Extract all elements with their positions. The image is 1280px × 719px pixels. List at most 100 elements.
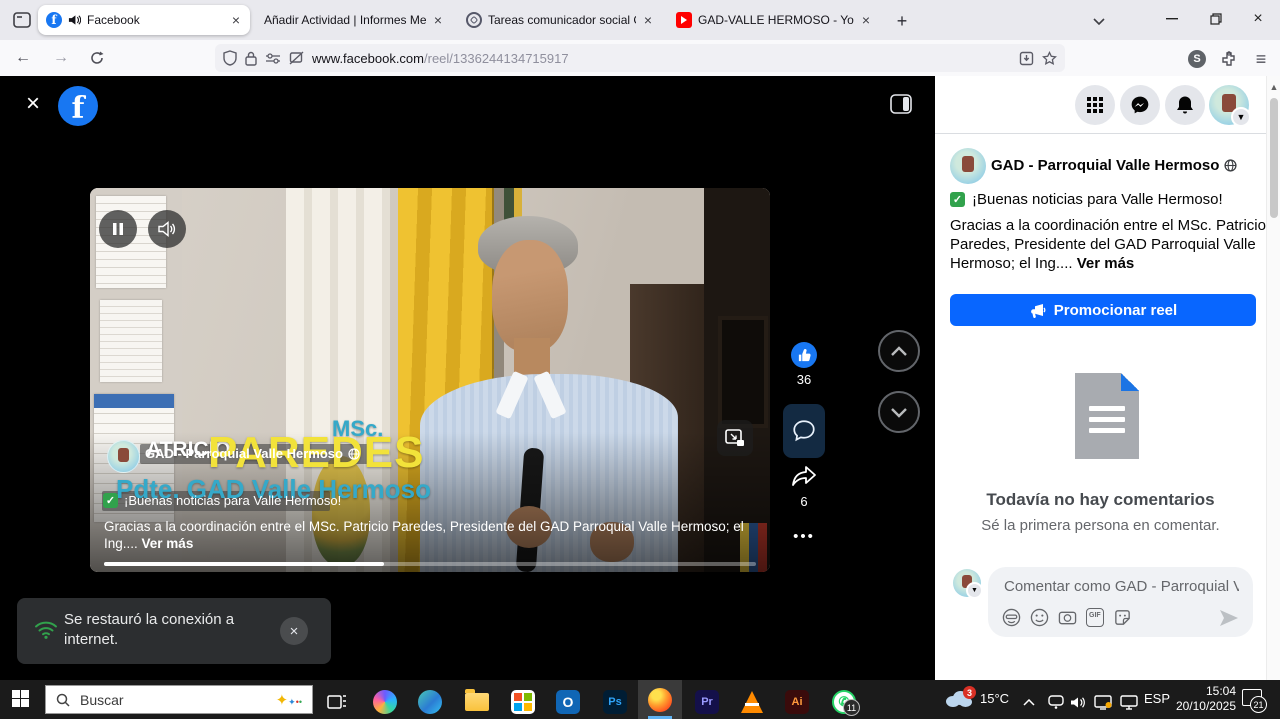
- messenger-icon[interactable]: [1120, 85, 1160, 125]
- tab-close-icon[interactable]: ×: [860, 13, 872, 27]
- avatar-sticker-icon[interactable]: [1002, 608, 1021, 627]
- firefox-icon[interactable]: [638, 680, 682, 719]
- taskbar-clock[interactable]: 15:04 20/10/2025: [1168, 684, 1236, 714]
- like-button[interactable]: [791, 342, 817, 368]
- sidebar-scrollbar[interactable]: ▲: [1266, 76, 1280, 680]
- share-button[interactable]: [790, 464, 818, 490]
- photoshop-icon[interactable]: Ps: [593, 687, 637, 717]
- window-restore-button[interactable]: [1194, 0, 1238, 38]
- toast-close-icon[interactable]: ×: [280, 617, 308, 645]
- file-explorer-icon[interactable]: [455, 687, 499, 717]
- tab-title: Tareas comunicador social GAD: [488, 13, 636, 27]
- tab-list-chevron-icon[interactable]: [1086, 8, 1112, 34]
- cast-icon[interactable]: [1090, 687, 1116, 717]
- firefox-view-icon[interactable]: [8, 7, 36, 33]
- apps-grid-icon[interactable]: [1075, 85, 1115, 125]
- tab-youtube[interactable]: GAD-VALLE HERMOSO - YouTu ×: [668, 5, 880, 35]
- picture-in-picture-icon[interactable]: [717, 420, 753, 456]
- task-view-icon[interactable]: [315, 687, 359, 717]
- premiere-icon[interactable]: Pr: [685, 687, 729, 717]
- mute-button[interactable]: [148, 210, 186, 248]
- comments-button[interactable]: [783, 404, 825, 458]
- temperature[interactable]: 15°C: [980, 691, 1009, 706]
- video-progress-bar[interactable]: [104, 562, 756, 566]
- composer-avatar[interactable]: ▼: [953, 569, 981, 597]
- see-more-link[interactable]: Ver más: [1077, 255, 1135, 272]
- permissions-icon[interactable]: [265, 52, 281, 64]
- start-button[interactable]: [12, 690, 29, 707]
- extensions-puzzle-icon[interactable]: [1216, 46, 1242, 72]
- like-count[interactable]: 36: [784, 372, 824, 387]
- search-placeholder: Buscar: [80, 692, 266, 708]
- back-icon[interactable]: ←: [10, 45, 36, 71]
- post-headline: ✓ ¡Buenas noticias para Valle Hermoso!: [950, 191, 1223, 208]
- bookmark-star-icon[interactable]: [1042, 51, 1057, 66]
- menu-hamburger-icon[interactable]: ≡: [1248, 46, 1274, 72]
- tab-close-icon[interactable]: ×: [642, 13, 654, 27]
- share-count[interactable]: 6: [784, 494, 824, 509]
- tab-informes[interactable]: Añadir Actividad | Informes Mensua ×: [256, 5, 452, 35]
- video-description[interactable]: Gracias a la coordinación entre el MSc. …: [104, 518, 756, 552]
- lock-icon[interactable]: [245, 51, 257, 66]
- microsoft-store-icon[interactable]: [501, 687, 545, 717]
- tab-chatgpt[interactable]: Tareas comunicador social GAD ×: [458, 5, 662, 35]
- camera-icon[interactable]: [1058, 608, 1077, 627]
- volume-icon[interactable]: [1066, 687, 1090, 717]
- window-close-button[interactable]: ×: [1236, 0, 1280, 38]
- forward-icon[interactable]: →: [48, 45, 74, 71]
- illustrator-icon[interactable]: Ai: [775, 687, 819, 717]
- tray-chevron-icon[interactable]: [1016, 687, 1042, 717]
- close-viewer-icon[interactable]: ×: [20, 91, 46, 117]
- save-to-pocket-icon[interactable]: [1019, 51, 1034, 66]
- facebook-logo[interactable]: f: [58, 86, 98, 126]
- more-options-icon[interactable]: •••: [784, 528, 824, 545]
- page-avatar[interactable]: [950, 148, 986, 184]
- weather-icon[interactable]: 3: [946, 691, 972, 707]
- see-more-link[interactable]: Ver más: [142, 536, 194, 551]
- reload-icon[interactable]: [84, 45, 110, 71]
- vlc-icon[interactable]: [730, 687, 774, 717]
- language-indicator[interactable]: ESP: [1144, 691, 1170, 706]
- tab-audio-icon[interactable]: [68, 14, 81, 26]
- send-comment-icon[interactable]: [1219, 609, 1239, 627]
- new-tab-button[interactable]: +: [889, 8, 915, 34]
- outlook-icon[interactable]: O: [546, 687, 590, 717]
- account-avatar[interactable]: ▼: [1209, 85, 1249, 125]
- window-minimize-button[interactable]: [1150, 0, 1194, 38]
- collapse-sidebar-icon[interactable]: [890, 94, 912, 114]
- next-reel-button[interactable]: [878, 391, 920, 433]
- scrollbar-thumb[interactable]: [1270, 98, 1278, 218]
- shield-icon[interactable]: [223, 50, 237, 66]
- previous-reel-button[interactable]: [878, 330, 920, 372]
- extension-s-icon[interactable]: S: [1184, 46, 1210, 72]
- sticker-icon[interactable]: [1113, 608, 1132, 627]
- emoji-icon[interactable]: [1030, 608, 1049, 627]
- toast-message: Se restauró la conexión a internet.: [64, 610, 254, 650]
- tab-close-icon[interactable]: ×: [230, 13, 242, 27]
- notifications-bell-icon[interactable]: [1165, 85, 1205, 125]
- tab-facebook[interactable]: f Facebook ×: [38, 5, 250, 35]
- tab-close-icon[interactable]: ×: [432, 13, 444, 27]
- page-name[interactable]: GAD - Parroquial Valle Hermoso: [991, 157, 1237, 174]
- gif-icon[interactable]: GIF: [1086, 608, 1104, 627]
- video-page-name[interactable]: GAD - Parroquial Valle Hermoso: [145, 446, 360, 461]
- promote-reel-button[interactable]: Promocionar reel: [950, 294, 1256, 326]
- page-avatar[interactable]: [107, 440, 140, 473]
- autoplay-blocked-icon[interactable]: [289, 51, 304, 65]
- url-text[interactable]: www.facebook.com/reel/1336244134715917: [312, 51, 1011, 66]
- address-bar[interactable]: www.facebook.com/reel/1336244134715917: [215, 44, 1065, 72]
- whatsapp-icon[interactable]: ✆11: [822, 687, 866, 717]
- browser-toolbar: ← → www.facebook.com/reel/13362441347159…: [0, 40, 1280, 77]
- taskbar-search[interactable]: Buscar ✦✦••: [45, 685, 313, 714]
- check-icon: ✓: [103, 493, 118, 508]
- copilot-icon[interactable]: [363, 687, 407, 717]
- pause-button[interactable]: [99, 210, 137, 248]
- screen-record-icon[interactable]: [1044, 687, 1068, 717]
- notification-badge[interactable]: 21: [1250, 696, 1267, 713]
- reel-video[interactable]: MSc. ATRICIO PAREDES Pdte. GAD Valle Her…: [90, 188, 770, 572]
- display-icon[interactable]: [1116, 687, 1142, 717]
- scroll-up-icon[interactable]: ▲: [1268, 82, 1280, 92]
- comment-input[interactable]: Comentar como GAD - Parroquial Vall... G…: [988, 567, 1253, 637]
- edge-icon[interactable]: [408, 687, 452, 717]
- windows-taskbar: Buscar ✦✦•• O Ps Pr Ai ✆11 3 15°C: [0, 680, 1280, 719]
